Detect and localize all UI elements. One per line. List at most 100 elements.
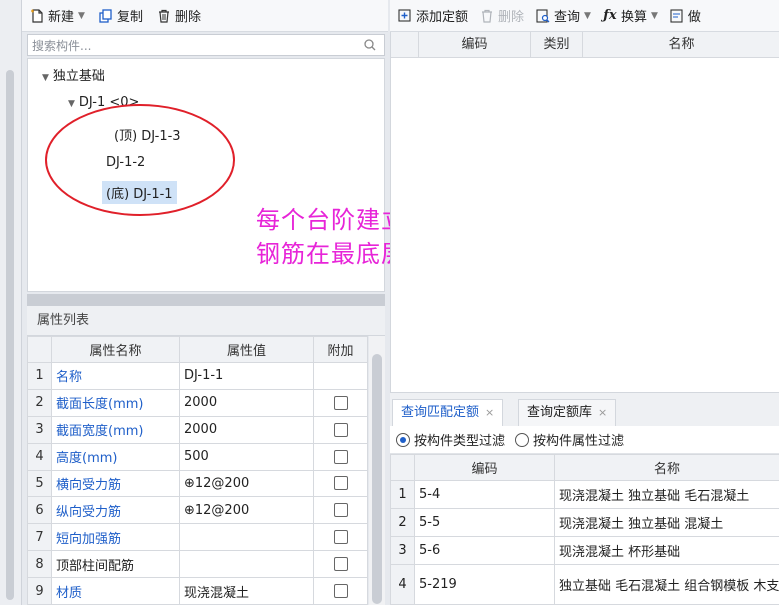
panel-splitter[interactable] (27, 294, 385, 306)
property-value[interactable] (179, 550, 314, 578)
close-icon[interactable]: × (485, 406, 494, 419)
table-row[interactable]: 4 5-219 独立基础 毛石混凝土 组合钢模板 木支撑 (390, 564, 779, 605)
tab-quota-library[interactable]: 查询定额库 × (518, 399, 617, 427)
checkbox[interactable] (333, 503, 348, 518)
property-name: 名称 (51, 362, 180, 390)
checkbox[interactable] (333, 422, 348, 437)
row-number: 6 (27, 496, 52, 525)
table-header-row: 编码 名称 (390, 454, 779, 481)
property-value[interactable] (179, 523, 314, 552)
tab-match-quota[interactable]: 查询匹配定额 × (392, 399, 504, 427)
search-icon[interactable] (362, 37, 378, 53)
tree-item-top[interactable]: (顶) DJ-1-3 (114, 125, 181, 144)
filter-by-type-radio[interactable]: 按构件类型过滤 (396, 430, 505, 449)
table-row[interactable]: 3 5-6 现浇混凝土 杯形基础 (390, 536, 779, 565)
column-header-num (390, 454, 415, 481)
copy-label: 复制 (116, 10, 143, 25)
copy-button[interactable]: 复制 (99, 6, 143, 25)
chevron-down-icon[interactable]: ▼ (78, 11, 85, 21)
table-row[interactable]: 1 5-4 现浇混凝土 独立基础 毛石混凝土 (390, 480, 779, 509)
checkbox[interactable] (333, 530, 348, 545)
property-name: 截面宽度(mm) (51, 415, 180, 444)
property-value[interactable]: 500 (179, 442, 314, 471)
query-tabs: 查询匹配定额 × 查询定额库 × (390, 392, 779, 427)
checkbox[interactable] (333, 584, 348, 598)
table-row[interactable]: 6 纵向受力筋 ⊕12@200 (27, 496, 368, 525)
delete-label: 删除 (174, 10, 201, 25)
table-row[interactable]: 2 5-5 现浇混凝土 独立基础 混凝土 (390, 508, 779, 537)
column-header-value: 属性值 (179, 336, 314, 363)
query-icon (536, 8, 550, 23)
quota-code: 5-6 (414, 536, 555, 565)
row-number: 5 (27, 469, 52, 498)
property-name: 顶部柱间配筋 (51, 550, 180, 578)
quota-code: 5-4 (414, 480, 555, 509)
component-search[interactable]: 搜索构件... (27, 34, 385, 56)
checkbox[interactable] (333, 557, 348, 572)
column-header-num (391, 32, 419, 57)
quota-table-header: 编码 类别 名称 (391, 32, 779, 58)
row-number: 9 (27, 577, 52, 605)
quota-code: 5-219 (414, 564, 555, 605)
filter-options: 按构件类型过滤 按构件属性过滤 (390, 426, 779, 454)
table-row[interactable]: 7 短向加强筋 (27, 523, 368, 552)
radio-selected-icon (396, 432, 410, 447)
properties-table: 属性名称 属性值 附加 1 名称 DJ-1-1 2 截面长度(mm) 2000 3 截面宽度(… (27, 336, 368, 605)
left-edge-strip (0, 0, 22, 605)
column-header-code: 编码 (414, 454, 555, 481)
query-button[interactable]: 查询 ▼ (536, 6, 591, 25)
search-input[interactable]: 搜索构件... (32, 37, 362, 54)
quota-name: 现浇混凝土 杯形基础 (554, 536, 779, 565)
delete-button[interactable]: 删除 (157, 6, 201, 25)
property-value[interactable]: ⊕12@200 (179, 496, 314, 525)
new-label: 新建 (48, 10, 75, 25)
extra-cell (313, 469, 368, 498)
checkbox[interactable] (333, 476, 348, 491)
convert-button[interactable]: ƒx 换算 ▼ (603, 6, 658, 25)
properties-title: 属性列表 (27, 306, 385, 336)
tree-item-middle[interactable]: DJ-1-2 (106, 155, 145, 170)
new-file-icon (30, 8, 44, 23)
expand-arrow-icon[interactable]: ▼ (42, 73, 49, 83)
property-value[interactable]: ⊕12@200 (179, 469, 314, 498)
delete-quota-button[interactable]: 删除 (480, 6, 524, 25)
property-value[interactable]: DJ-1-1 (179, 362, 314, 390)
table-row[interactable]: 1 名称 DJ-1-1 (27, 362, 368, 390)
scrollbar-thumb[interactable] (372, 354, 382, 604)
table-row[interactable]: 3 截面宽度(mm) 2000 (27, 415, 368, 444)
tree-item-bottom[interactable]: (底) DJ-1-1 (102, 181, 177, 204)
quota-toolbar: 添加定额 删除 查询 ▼ ƒx 换算 ▼ 做 (390, 0, 779, 32)
table-row[interactable]: 2 截面长度(mm) 2000 (27, 388, 368, 417)
method-icon (670, 8, 684, 23)
table-row[interactable]: 8 顶部柱间配筋 (27, 550, 368, 578)
column-header-name: 名称 (668, 37, 695, 52)
left-scrollbar[interactable] (6, 70, 14, 600)
checkbox[interactable] (333, 449, 348, 464)
checkbox[interactable] (333, 395, 348, 410)
expand-arrow-icon[interactable]: ▼ (68, 99, 75, 109)
table-row[interactable]: 4 高度(mm) 500 (27, 442, 368, 471)
quota-name: 独立基础 毛石混凝土 组合钢模板 木支撑 (554, 564, 779, 605)
chevron-down-icon[interactable]: ▼ (651, 11, 658, 21)
chevron-down-icon[interactable]: ▼ (584, 11, 591, 21)
table-row[interactable]: 5 横向受力筋 ⊕12@200 (27, 469, 368, 498)
column-header-category: 类别 (531, 32, 583, 57)
row-number: 8 (27, 550, 52, 578)
do-method-button[interactable]: 做 (670, 6, 701, 25)
close-icon[interactable]: × (598, 406, 607, 419)
property-value[interactable]: 现浇混凝土 (179, 577, 314, 605)
properties-scrollbar[interactable] (369, 336, 385, 605)
extra-cell (313, 523, 368, 552)
tree-group[interactable]: ▼ DJ-1 <0> (68, 95, 139, 110)
table-row[interactable]: 9 材质 现浇混凝土 (27, 577, 368, 605)
new-button[interactable]: 新建 ▼ (30, 6, 85, 25)
extra-cell (313, 496, 368, 525)
property-value[interactable]: 2000 (179, 415, 314, 444)
add-quota-icon (398, 8, 412, 23)
extra-cell (313, 362, 368, 390)
property-value[interactable]: 2000 (179, 388, 314, 417)
column-header-extra: 附加 (313, 336, 368, 363)
tree-root[interactable]: ▼ 独立基础 (42, 65, 105, 84)
add-quota-button[interactable]: 添加定额 (398, 6, 468, 25)
filter-by-attribute-radio[interactable]: 按构件属性过滤 (515, 430, 624, 449)
